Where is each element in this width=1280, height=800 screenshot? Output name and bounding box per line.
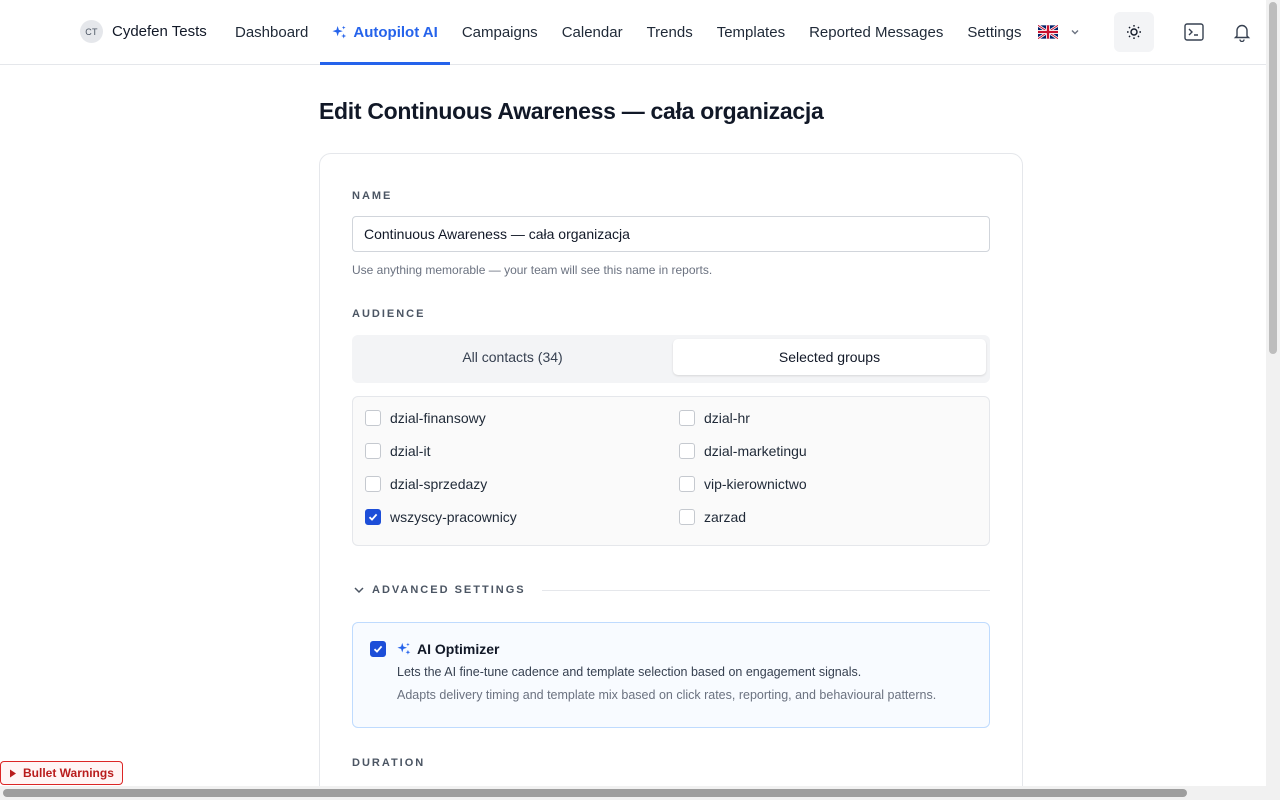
notifications-button[interactable]	[1222, 12, 1262, 52]
nav-autopilot-ai-label: Autopilot AI	[353, 23, 438, 41]
advanced-settings-toggle[interactable]: ADVANCED SETTINGS	[352, 581, 990, 599]
checkbox[interactable]	[365, 443, 381, 459]
group-checkbox-list: dzial-finansowy dzial-hr dzial-it dzial-…	[352, 396, 990, 546]
nav-trends-label: Trends	[646, 23, 693, 41]
group-label: dzial-marketingu	[704, 443, 807, 459]
nav-templates[interactable]: Templates	[705, 0, 797, 64]
checkbox[interactable]	[679, 509, 695, 525]
checkbox[interactable]	[365, 410, 381, 426]
group-item[interactable]: wszyscy-pracownicy	[365, 509, 517, 525]
ai-optimizer-description: Lets the AI fine-tune cadence and templa…	[397, 665, 862, 679]
workspace-name: Cydefen Tests	[112, 23, 207, 40]
console-button[interactable]	[1174, 12, 1214, 52]
group-label: dzial-hr	[704, 410, 750, 426]
nav-settings[interactable]: Settings	[955, 0, 1033, 64]
name-hint: Use anything memorable — your team will …	[352, 263, 713, 277]
nav-calendar-label: Calendar	[561, 23, 623, 41]
checkmark-icon	[373, 645, 383, 653]
group-label: dzial-it	[390, 443, 431, 459]
checkbox[interactable]	[679, 443, 695, 459]
nav-reported-messages[interactable]: Reported Messages	[797, 0, 955, 64]
uk-flag-icon	[1037, 25, 1058, 39]
checkbox[interactable]	[679, 410, 695, 426]
nav-campaigns-label: Campaigns	[461, 23, 538, 41]
audience-option-selected-groups[interactable]: Selected groups	[673, 339, 986, 375]
checkbox[interactable]	[365, 476, 381, 492]
group-item[interactable]: dzial-marketingu	[679, 443, 807, 459]
group-item[interactable]: dzial-sprzedazy	[365, 476, 487, 492]
nav-calendar[interactable]: Calendar	[550, 0, 635, 64]
group-label: zarzad	[704, 509, 747, 525]
page-title: Edit Continuous Awareness — cała organiz…	[319, 98, 824, 124]
nav-dashboard[interactable]: Dashboard	[223, 0, 320, 64]
checkbox-checked[interactable]	[365, 509, 381, 525]
workspace-switcher[interactable]: CT Cydefen Tests	[80, 20, 207, 43]
checkbox[interactable]	[679, 476, 695, 492]
checkmark-icon	[368, 513, 378, 521]
main-nav: Dashboard Autopilot AI Campaigns Calenda…	[223, 0, 1092, 65]
group-label: dzial-sprzedazy	[390, 476, 488, 492]
workspace-avatar: CT	[80, 20, 103, 43]
nav-reported-messages-label: Reported Messages	[809, 23, 944, 41]
bell-icon	[1233, 24, 1251, 42]
duration-section-label: DURATION	[352, 757, 426, 769]
sparkle-icon	[397, 642, 411, 655]
top-navbar: CT Cydefen Tests Dashboard Autopilot AI …	[0, 0, 1266, 65]
scrollbar-thumb[interactable]	[3, 789, 1187, 797]
ai-optimizer-title: AI Optimizer	[397, 641, 499, 657]
audience-option-all-contacts[interactable]: All contacts (34)	[356, 339, 669, 375]
group-item[interactable]: zarzad	[679, 509, 746, 525]
group-item[interactable]: dzial-it	[365, 443, 430, 459]
ai-optimizer-checkbox[interactable]	[370, 641, 386, 657]
nav-trends[interactable]: Trends	[635, 0, 705, 64]
audience-segmented-control: All contacts (34) Selected groups	[352, 335, 990, 383]
campaign-name-input[interactable]	[352, 216, 990, 252]
ai-optimizer-panel: AI Optimizer Lets the AI fine-tune caden…	[352, 622, 990, 728]
nav-templates-label: Templates	[716, 23, 786, 41]
group-label: vip-kierownictwo	[704, 476, 807, 492]
group-item[interactable]: vip-kierownictwo	[679, 476, 807, 492]
ai-optimizer-details: Adapts delivery timing and template mix …	[397, 688, 937, 702]
theme-toggle-button[interactable]	[1114, 12, 1154, 52]
scrollbar-thumb[interactable]	[1269, 2, 1277, 354]
ai-optimizer-title-text: AI Optimizer	[417, 641, 500, 657]
group-label: wszyscy-pracownicy	[390, 509, 517, 525]
advanced-settings-label: ADVANCED SETTINGS	[372, 584, 526, 596]
horizontal-scrollbar[interactable]	[0, 786, 1280, 800]
campaign-form-card: NAME Use anything memorable — your team …	[319, 153, 1023, 800]
divider	[541, 589, 990, 591]
nav-autopilot-ai[interactable]: Autopilot AI	[320, 0, 451, 65]
group-item[interactable]: dzial-finansowy	[365, 410, 486, 426]
bullet-warnings-toggle[interactable]: Bullet Warnings	[0, 761, 123, 785]
caret-right-icon	[10, 769, 16, 777]
language-selector[interactable]	[1034, 0, 1092, 64]
nav-campaigns[interactable]: Campaigns	[450, 0, 550, 64]
terminal-icon	[1184, 23, 1204, 41]
sparkle-icon	[332, 25, 347, 38]
vertical-scrollbar[interactable]	[1266, 0, 1280, 786]
group-label: dzial-finansowy	[390, 410, 486, 426]
audience-section-label: AUDIENCE	[352, 308, 426, 320]
chevron-down-icon	[354, 587, 364, 594]
group-item[interactable]: dzial-hr	[679, 410, 750, 426]
name-section-label: NAME	[352, 190, 393, 202]
nav-dashboard-label: Dashboard	[235, 23, 309, 41]
chevron-down-icon	[1071, 30, 1079, 35]
sun-icon	[1127, 25, 1141, 39]
nav-settings-label: Settings	[967, 23, 1022, 41]
bullet-warnings-label: Bullet Warnings	[23, 766, 114, 780]
